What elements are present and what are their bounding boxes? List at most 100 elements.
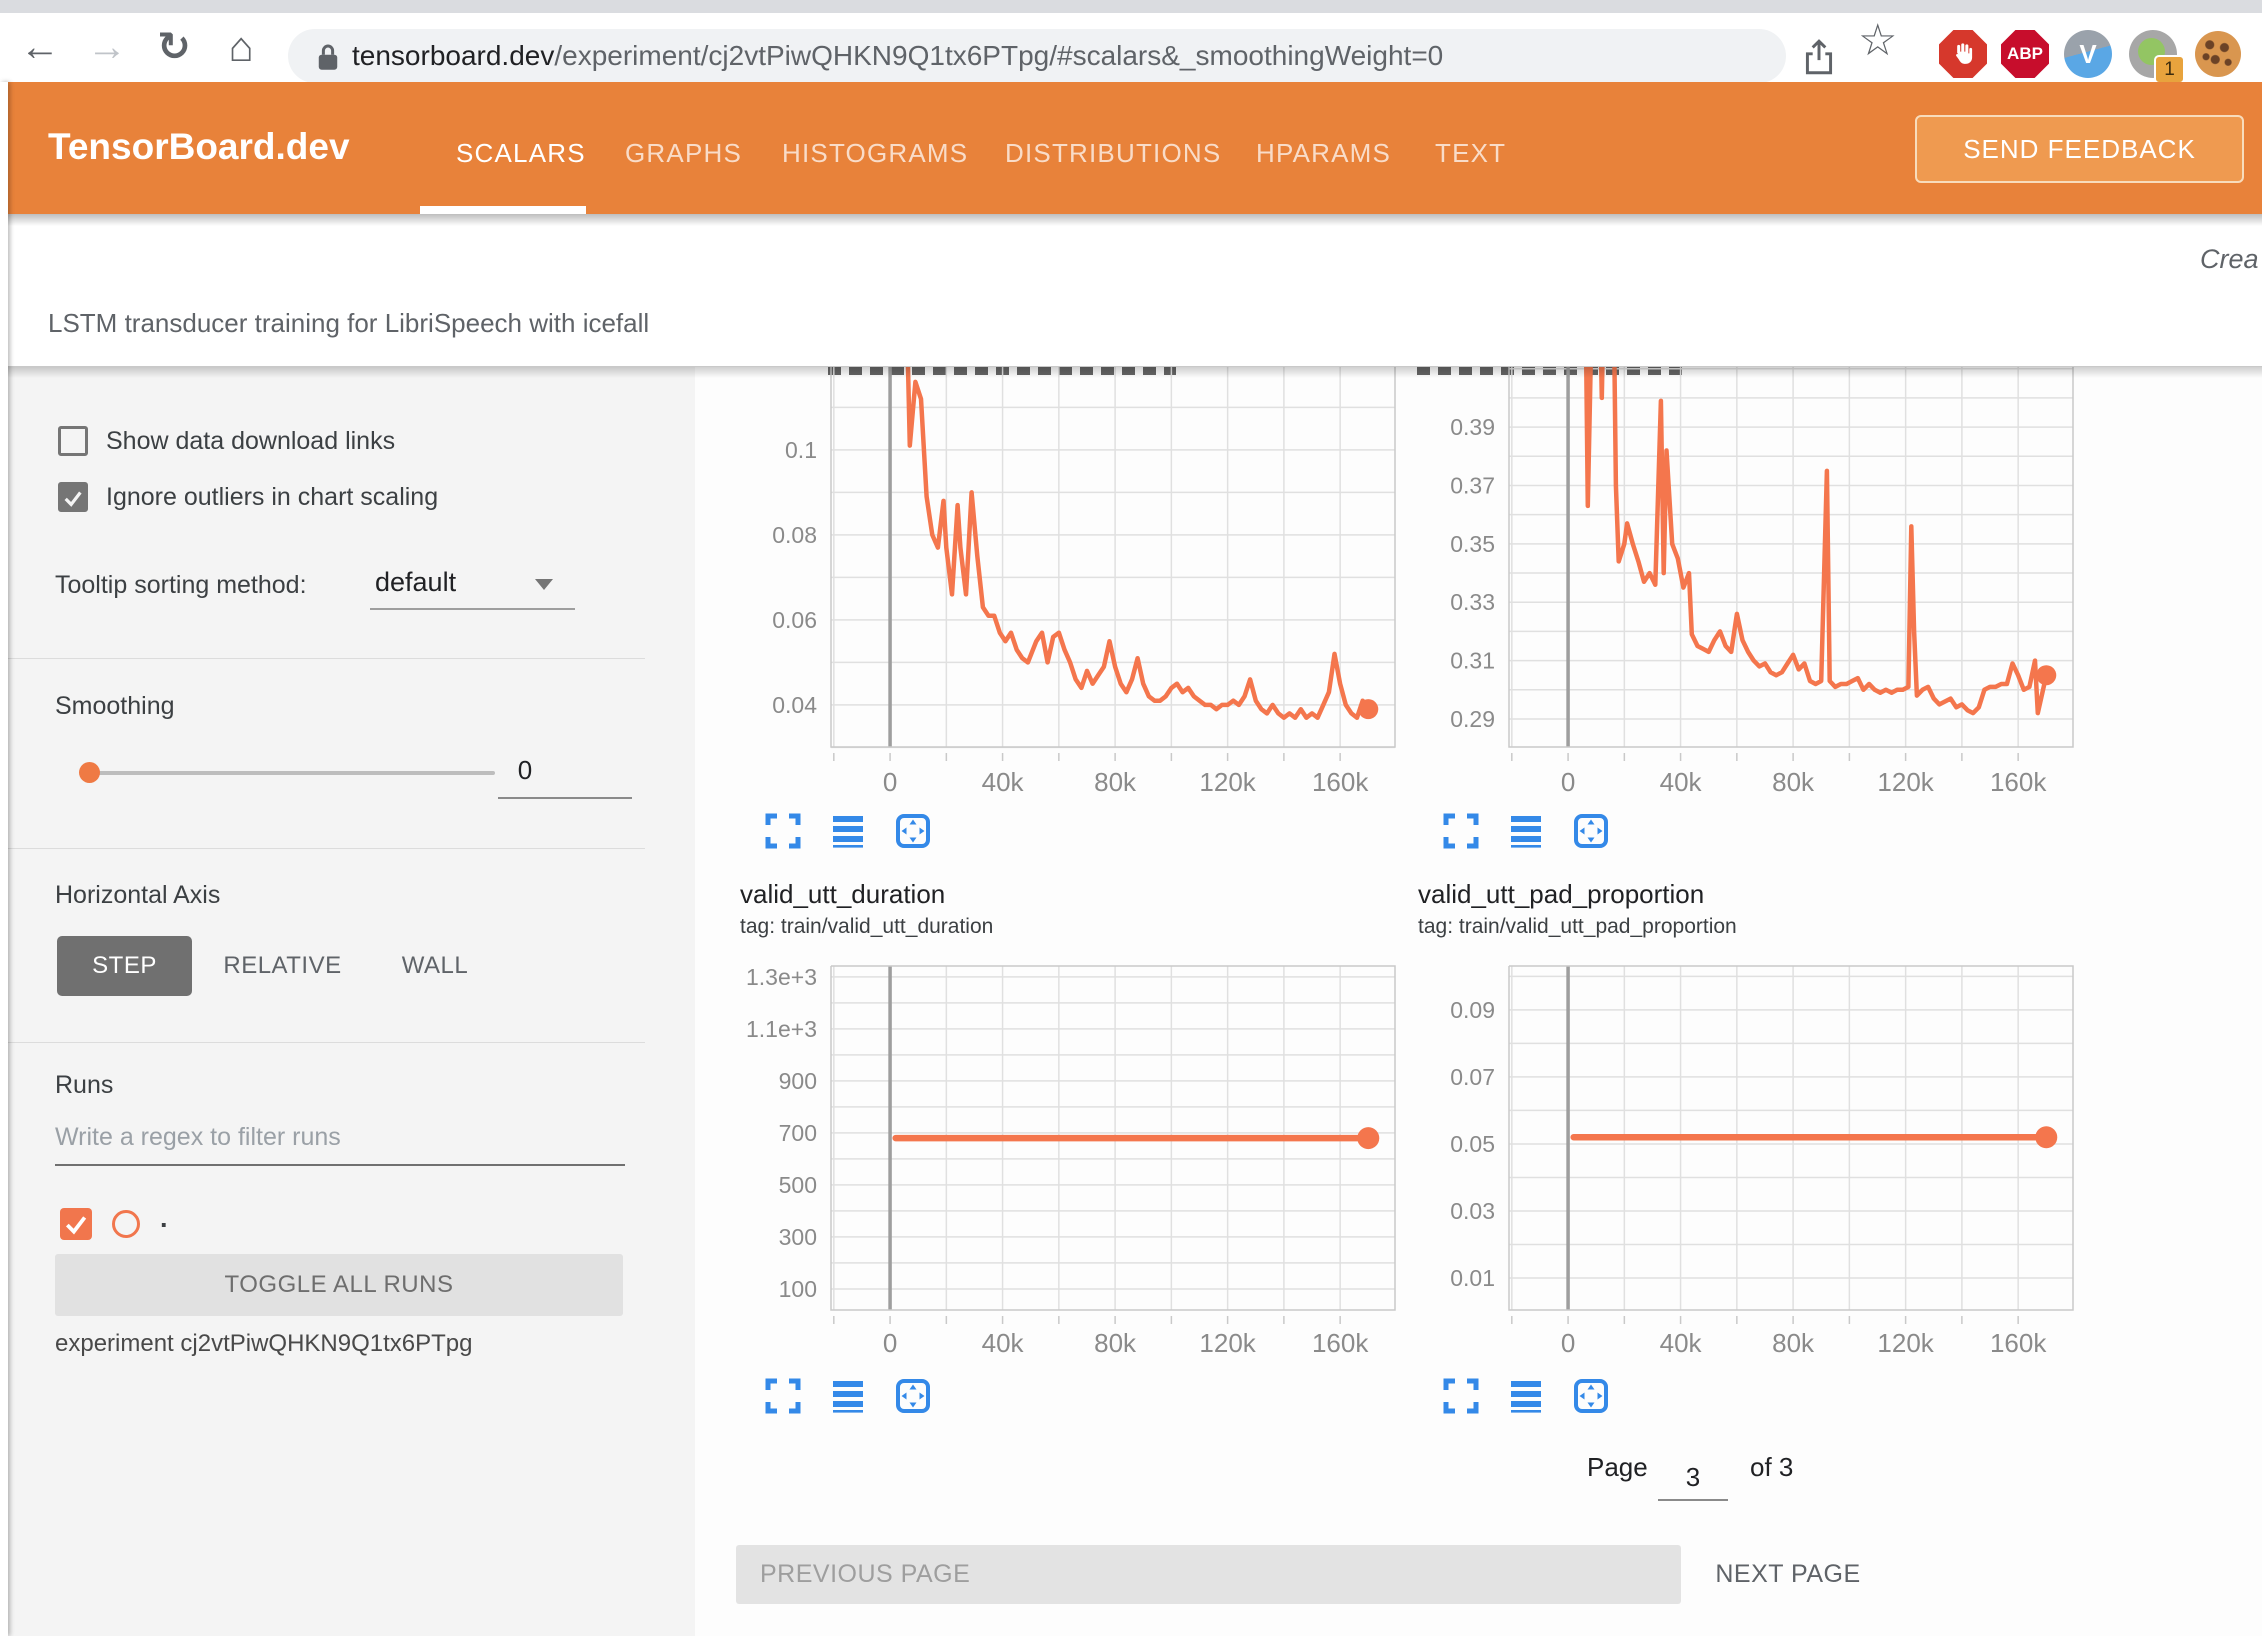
svg-text:40k: 40k: [1660, 767, 1703, 797]
axis-wall-button[interactable]: WALL: [370, 936, 500, 996]
forward-button[interactable]: →: [85, 25, 129, 69]
share-icon[interactable]: [1800, 38, 1838, 78]
svg-text:1.1e+3: 1.1e+3: [746, 1016, 817, 1042]
charts-content: 0.040.060.080.1040k80k120k160k 0.290.310…: [695, 367, 2262, 1636]
show-download-links-checkbox[interactable]: [58, 426, 88, 456]
scalar-chart-plot[interactable]: 0.010.030.050.070.09040k80k120k160k: [1413, 952, 2083, 1382]
svg-text:0.33: 0.33: [1450, 589, 1495, 615]
profile-extension-icon[interactable]: 1: [2129, 30, 2177, 78]
runs-label: Runs: [55, 1071, 113, 1100]
smoothing-slider-thumb[interactable]: [79, 762, 100, 783]
tab-hparams[interactable]: HPARAMS: [1256, 138, 1391, 169]
sidebar-divider: [8, 1042, 645, 1043]
bookmark-star-icon[interactable]: ☆: [1858, 15, 1897, 66]
svg-text:0.29: 0.29: [1450, 706, 1495, 732]
svg-text:40k: 40k: [982, 1328, 1025, 1358]
svg-text:120k: 120k: [1877, 767, 1934, 797]
svg-text:80k: 80k: [1772, 1328, 1815, 1358]
fit-domain-icon[interactable]: [1573, 1378, 1609, 1414]
chart-title: valid_utt_pad_proportion: [1418, 879, 1704, 910]
smoothing-value[interactable]: 0: [490, 755, 560, 786]
fullscreen-icon[interactable]: [765, 813, 801, 849]
log-scale-icon[interactable]: [830, 1378, 866, 1414]
scalar-chart-plot[interactable]: 0.040.060.080.1040k80k120k160k: [735, 367, 1405, 817]
page-number-input[interactable]: [1658, 1461, 1728, 1501]
svg-text:500: 500: [779, 1172, 817, 1198]
fit-domain-icon[interactable]: [895, 813, 931, 849]
home-button[interactable]: ⌂: [219, 25, 263, 69]
svg-text:0.1: 0.1: [785, 437, 817, 463]
title-band: Crea LSTM transducer training for LibriS…: [8, 214, 2262, 367]
svg-text:80k: 80k: [1772, 767, 1815, 797]
send-feedback-button[interactable]: SEND FEEDBACK: [1915, 115, 2244, 183]
ignore-outliers-checkbox[interactable]: [58, 482, 88, 512]
svg-text:100: 100: [779, 1276, 817, 1302]
svg-text:0.03: 0.03: [1450, 1198, 1495, 1224]
header-shadow: [8, 214, 2262, 226]
check-icon: [63, 1211, 89, 1237]
svg-text:0: 0: [1561, 1328, 1575, 1358]
check-icon: [62, 487, 84, 509]
content-divider-shadow: [8, 367, 2262, 378]
svg-text:0: 0: [1561, 767, 1575, 797]
reload-button[interactable]: ↻: [152, 25, 196, 69]
tab-scalars[interactable]: SCALARS: [456, 138, 586, 169]
scalar-chart-plot[interactable]: 0.290.310.330.350.370.39040k80k120k160k: [1413, 367, 2083, 817]
abp-extension-icon[interactable]: ABP: [2001, 30, 2049, 78]
page-label: Page: [1587, 1452, 1648, 1483]
v-extension-icon[interactable]: V: [2064, 30, 2112, 78]
app-header: TensorBoard.dev SCALARS GRAPHS HISTOGRAM…: [8, 82, 2262, 214]
screen: ← → ↻ ⌂ tensorboard.dev/experiment/cj2vt…: [0, 0, 2262, 1636]
svg-text:0.04: 0.04: [772, 692, 817, 718]
fullscreen-icon[interactable]: [1443, 1378, 1479, 1414]
back-button[interactable]: ←: [18, 25, 62, 69]
log-scale-icon[interactable]: [830, 813, 866, 849]
fullscreen-icon[interactable]: [765, 1378, 801, 1414]
svg-text:160k: 160k: [1312, 767, 1369, 797]
tooltip-sorting-dropdown[interactable]: default: [375, 567, 456, 598]
axis-relative-button[interactable]: RELATIVE: [205, 936, 360, 996]
toggle-all-runs-button[interactable]: TOGGLE ALL RUNS: [55, 1254, 623, 1316]
runs-regex-input[interactable]: [55, 1123, 625, 1166]
fit-domain-icon[interactable]: [1573, 813, 1609, 849]
active-tab-underline: [420, 206, 586, 214]
sidebar-divider: [8, 848, 645, 849]
experiment-title: LSTM transducer training for LibriSpeech…: [48, 308, 649, 339]
tooltip-sorting-label: Tooltip sorting method:: [55, 571, 307, 600]
page-of-label: of 3: [1750, 1452, 1793, 1483]
svg-text:120k: 120k: [1877, 1328, 1934, 1358]
svg-text:0.35: 0.35: [1450, 531, 1495, 557]
previous-page-button[interactable]: PREVIOUS PAGE: [736, 1545, 1681, 1604]
axis-step-button[interactable]: STEP: [57, 936, 192, 996]
svg-text:160k: 160k: [1990, 767, 2047, 797]
next-page-button[interactable]: NEXT PAGE: [1703, 1545, 1873, 1604]
svg-text:160k: 160k: [1990, 1328, 2047, 1358]
chevron-down-icon[interactable]: [535, 579, 553, 590]
svg-text:0.31: 0.31: [1450, 648, 1495, 674]
tab-histograms[interactable]: HISTOGRAMS: [782, 138, 968, 169]
svg-text:1.3e+3: 1.3e+3: [746, 964, 817, 990]
cookie-icon[interactable]: [2195, 31, 2243, 79]
svg-text:0.07: 0.07: [1450, 1064, 1495, 1090]
smoothing-slider-track[interactable]: [88, 771, 495, 775]
svg-text:40k: 40k: [1660, 1328, 1703, 1358]
tab-graphs[interactable]: GRAPHS: [625, 138, 742, 169]
tab-text[interactable]: TEXT: [1435, 138, 1506, 169]
tab-distributions[interactable]: DISTRIBUTIONS: [1005, 138, 1221, 169]
fullscreen-icon[interactable]: [1443, 813, 1479, 849]
run-checkbox[interactable]: [60, 1208, 92, 1240]
extension-badge: 1: [2154, 55, 2185, 84]
log-scale-icon[interactable]: [1508, 1378, 1544, 1414]
svg-text:300: 300: [779, 1224, 817, 1250]
log-scale-icon[interactable]: [1508, 813, 1544, 849]
app-logo: TensorBoard.dev: [48, 126, 350, 168]
browser-top-strip: [0, 0, 2262, 13]
svg-text:80k: 80k: [1094, 1328, 1137, 1358]
svg-text:120k: 120k: [1199, 767, 1256, 797]
scalar-chart-plot[interactable]: 1003005007009001.1e+31.3e+3040k80k120k16…: [735, 952, 1405, 1382]
fit-domain-icon[interactable]: [895, 1378, 931, 1414]
url-path: /experiment/cj2vtPiwQHKN9Q1tx6PTpg/#scal…: [554, 40, 1443, 71]
tooltip-dropdown-underline: [370, 608, 575, 610]
url-domain: tensorboard.dev: [352, 40, 554, 71]
adblock-extension-icon[interactable]: [1939, 30, 1987, 78]
